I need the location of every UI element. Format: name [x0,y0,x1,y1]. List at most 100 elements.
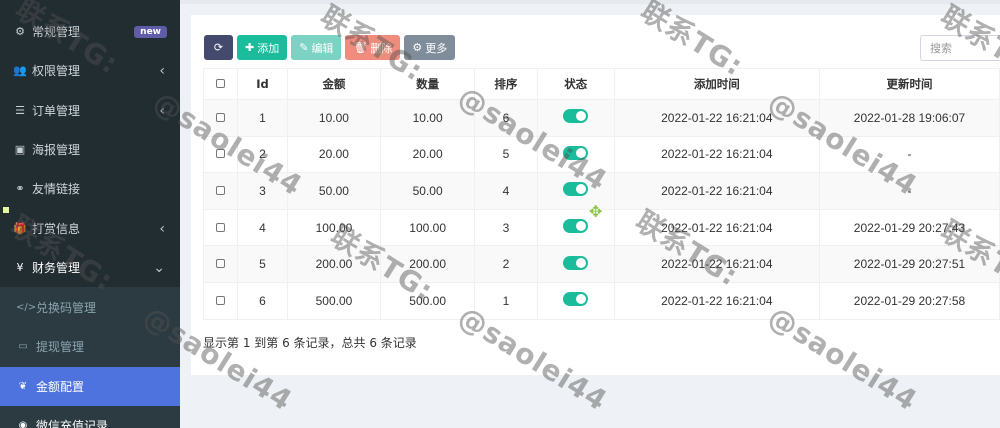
col-header-id[interactable]: Id [237,68,288,100]
cell-add-time: 2022-01-22 16:21:04 [613,172,821,210]
chevron-down-icon: ⌄ [153,259,165,276]
table-row[interactable]: 2 20.00 20.00 5 2022-01-22 16:21:04 - [202,135,1000,174]
select-all-checkbox[interactable] [216,79,226,88]
marker-dot [3,207,9,213]
cell-quantity: 100.00 [380,208,475,247]
move-cursor-icon: ✥ [589,202,603,221]
wechat-icon: ◉ [18,420,28,428]
cell-quantity: 50.00 [380,172,475,210]
cell-quantity: 200.00 [380,245,475,283]
list-icon: ☰ [15,104,25,117]
table-row[interactable]: 5 200.00 200.00 2 2022-01-22 16:21:04 20… [202,245,1000,283]
col-header-update-time[interactable]: 更新时间 [819,68,1000,100]
cell-sort: 5 [474,135,538,174]
col-header-add-time[interactable]: 添加时间 [613,68,821,100]
data-table: Id 金额 数量 排序 状态 添加时间 更新时间 1 10.00 10.00 6… [202,68,1000,320]
sidebar-item-label: 打赏信息 [32,222,81,236]
cell-sort: 6 [474,99,538,137]
more-button[interactable]: ⚙ 更多 [404,35,456,60]
pagination-summary: 显示第 1 到第 6 条记录，总共 6 条记录 [203,336,417,350]
col-header-sort[interactable]: 排序 [474,68,538,100]
cell-amount: 500.00 [286,281,382,320]
chevron-left-icon: ‹ [159,220,165,237]
row-checkbox[interactable] [216,149,226,159]
gift-icon: 🎁 [13,222,27,235]
cell-id: 6 [237,281,288,320]
more-label: 更多 [425,42,448,55]
sidebar: ⚙ 常规管理 new 👥 权限管理 ‹ ☰ 订单管理 ‹ ▣ 海报管理 ⚭ 友情… [0,0,180,428]
edit-label: 编辑 [311,42,334,55]
table-header-row: Id 金额 数量 排序 状态 添加时间 更新时间 [202,68,1000,100]
cell-update-time: 2022-01-29 20:27:51 [819,245,1000,283]
status-toggle[interactable] [563,255,589,270]
sidebar-item-links[interactable]: ⚭ 友情链接 [0,169,180,208]
delete-label: 删除 [370,42,393,55]
sidebar-item-label: 权限管理 [32,64,81,78]
sidebar-item-label: 微信充值记录 [36,419,109,428]
status-toggle[interactable] [563,219,589,234]
image-icon: ▣ [14,143,26,156]
table-row[interactable]: 6 500.00 500.00 1 2022-01-22 16:21:04 20… [202,281,1000,320]
cell-sort: 3 [474,208,538,247]
sidebar-item-label: 海报管理 [32,143,81,157]
status-toggle[interactable] [563,109,589,124]
content-panel: ⟳ ✚ 添加 ✎ 编辑 🗑 删除 ⚙ 更多 搜索 Id 金额 数量 排序 状态 … [191,15,1000,375]
sidebar-item-label: 提现管理 [36,340,85,354]
col-header-status[interactable]: 状态 [536,68,615,100]
cell-add-time: 2022-01-22 16:21:04 [613,135,821,174]
add-button[interactable]: ✚ 添加 [237,35,288,60]
cell-update-time: 2022-01-28 19:06:07 [819,99,1000,137]
cell-sort: 1 [474,281,538,320]
table-row[interactable]: 1 10.00 10.00 6 2022-01-22 16:21:04 2022… [202,99,1000,137]
sidebar-item-finance[interactable]: ¥ 财务管理 ⌄ [0,248,180,287]
status-toggle[interactable] [563,145,589,160]
cell-amount: 200.00 [286,245,382,283]
search-input[interactable]: 搜索 [920,35,1000,61]
cell-add-time: 2022-01-22 16:21:04 [613,281,821,320]
cell-quantity: 20.00 [380,135,475,174]
sidebar-item-orders[interactable]: ☰ 订单管理 ‹ [0,91,180,130]
sidebar-item-label: 金额配置 [36,380,85,394]
row-checkbox[interactable] [216,185,226,195]
cell-add-time: 2022-01-22 16:21:04 [613,245,821,283]
finance-submenu: </> 兑换码管理 ▭ 提现管理 ❦ 金额配置 ◉ 微信充值记录 [0,287,180,428]
row-checkbox[interactable] [216,259,226,269]
sidebar-item-label: 兑换码管理 [36,301,97,315]
row-checkbox[interactable] [216,222,226,232]
row-checkbox[interactable] [216,295,226,305]
select-all-cell[interactable] [202,68,239,100]
sidebar-item-label: 订单管理 [32,104,81,118]
sidebar-item-withdrawals[interactable]: ▭ 提现管理 [0,327,180,366]
col-header-quantity[interactable]: 数量 [380,68,475,100]
sidebar-item-wechat-recharge[interactable]: ◉ 微信充值记录 [0,406,180,428]
status-toggle[interactable] [563,292,589,307]
status-toggle[interactable] [563,182,589,197]
link-icon: ⚭ [15,182,25,195]
edit-button[interactable]: ✎ 编辑 [291,35,342,60]
sidebar-item-rewards[interactable]: 🎁 打赏信息 ‹ [0,209,180,248]
sidebar-item-general[interactable]: ⚙ 常规管理 new [0,12,180,51]
sidebar-item-posters[interactable]: ▣ 海报管理 [0,130,180,169]
sidebar-item-redeem-codes[interactable]: </> 兑换码管理 [0,288,180,327]
cell-id: 5 [237,245,288,283]
cell-sort: 2 [474,245,538,283]
cell-amount: 50.00 [286,172,382,210]
col-header-amount[interactable]: 金额 [286,68,382,100]
cell-update-time: 2022-01-29 20:27:43 [819,208,1000,247]
users-icon: 👥 [13,64,27,77]
row-checkbox[interactable] [216,112,226,122]
cell-update-time: - [819,172,1000,210]
refresh-button[interactable]: ⟳ [204,35,233,60]
toolbar: ⟳ ✚ 添加 ✎ 编辑 🗑 删除 ⚙ 更多 [204,35,456,60]
yen-icon: ¥ [16,261,24,274]
sidebar-item-permissions[interactable]: 👥 权限管理 ‹ [0,51,180,90]
cell-id: 4 [237,208,288,247]
cell-id: 1 [237,99,288,137]
cell-quantity: 10.00 [380,99,475,137]
cell-id: 2 [237,135,288,174]
cell-update-time: 2022-01-29 20:27:58 [819,281,1000,320]
sidebar-item-amount-config[interactable]: ❦ 金额配置 [0,367,180,406]
code-icon: </> [16,302,37,313]
delete-button[interactable]: 🗑 删除 [345,35,401,60]
refresh-icon: ⟳ [213,42,224,54]
